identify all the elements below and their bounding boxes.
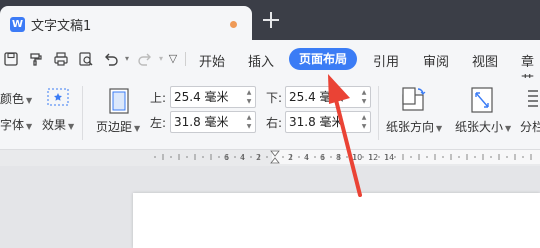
margin-left-field[interactable]: 31.8 毫米 ▲ ▼ <box>170 111 256 133</box>
menu-insert[interactable]: 插入 <box>248 51 274 70</box>
margins-label: 页边距 <box>96 120 133 134</box>
margin-left-label: 左: <box>150 116 167 130</box>
paper-size-icon[interactable] <box>470 86 494 114</box>
print-icon[interactable] <box>53 51 69 67</box>
unsaved-dot-icon <box>230 21 237 28</box>
divider <box>185 52 186 66</box>
spinner[interactable]: ▲ ▼ <box>245 88 253 106</box>
menu-references[interactable]: 引用 <box>373 51 399 70</box>
document-icon: W <box>10 17 25 32</box>
margin-top-value: 25.4 毫米 <box>174 90 229 104</box>
columns-icon[interactable] <box>526 88 540 112</box>
undo-dropdown-icon[interactable]: ▾ <box>119 51 135 67</box>
ribbon-page-layout: 颜色 ▼ 字体 ▼ 效果 ▼ 页边距 ▼ 上: 25.4 毫米 ▲ ▼ 下: 25.4 毫米… <box>0 78 540 150</box>
menu-bar: ▾ ▾ ▽ 开始 插入 页面布局 引用 审阅 视图 章节 <box>0 40 540 89</box>
print-preview-icon[interactable] <box>78 51 94 67</box>
margin-right-label: 右: <box>266 116 283 130</box>
menu-view[interactable]: 视图 <box>472 51 498 70</box>
ruler-label: 14 <box>384 153 394 162</box>
redo-icon[interactable] <box>137 51 153 67</box>
title-bar: W 文字文稿1 <box>0 0 540 40</box>
ruler-label: 2 <box>288 153 293 162</box>
margin-top-field[interactable]: 25.4 毫米 ▲ ▼ <box>170 86 256 108</box>
tab-title: 文字文稿1 <box>31 19 92 34</box>
margin-left-value: 31.8 毫米 <box>174 115 229 129</box>
paper-size-button[interactable]: 纸张大小 ▼ <box>455 118 511 135</box>
margin-bottom-label: 下: <box>266 91 283 105</box>
ruler-label: 6 <box>224 153 229 162</box>
margins-button[interactable]: 页边距 ▼ <box>96 118 140 135</box>
theme-font-dropdown[interactable]: 字体 ▼ <box>0 116 32 133</box>
document-page[interactable] <box>133 193 540 248</box>
document-tab[interactable]: W 文字文稿1 <box>0 6 252 40</box>
format-painter-icon[interactable] <box>28 51 44 67</box>
ruler-label: 4 <box>304 153 309 162</box>
orientation-label: 纸张方向 <box>386 120 435 134</box>
orientation-button[interactable]: 纸张方向 ▼ <box>386 118 442 135</box>
ruler-label: 2 <box>256 153 261 162</box>
save-icon[interactable] <box>3 51 19 67</box>
menu-start[interactable]: 开始 <box>199 51 225 70</box>
effect-icon[interactable] <box>47 88 69 106</box>
ruler-label: 4 <box>240 153 245 162</box>
columns-button[interactable]: 分栏 <box>520 118 540 135</box>
paper-size-label: 纸张大小 <box>455 120 504 134</box>
theme-color-label: 颜色 <box>0 92 25 106</box>
more-icon[interactable]: ▽ <box>165 51 181 67</box>
margin-top-label: 上: <box>150 91 167 105</box>
theme-effect-label: 效果 <box>42 118 67 132</box>
theme-font-label: 字体 <box>0 118 25 132</box>
orientation-icon[interactable] <box>399 86 427 114</box>
menu-review[interactable]: 审阅 <box>423 51 449 70</box>
margins-icon[interactable] <box>108 88 130 114</box>
spinner[interactable]: ▲ ▼ <box>245 113 253 131</box>
annotation-arrow-icon <box>328 74 362 197</box>
menu-page-layout[interactable]: 页面布局 <box>289 48 357 70</box>
divider <box>82 86 83 140</box>
undo-icon[interactable] <box>103 51 119 67</box>
plus-icon[interactable] <box>262 11 280 29</box>
theme-color-dropdown[interactable]: 颜色 ▼ <box>0 90 32 107</box>
theme-effect-dropdown[interactable]: 效果 ▼ <box>42 116 74 133</box>
